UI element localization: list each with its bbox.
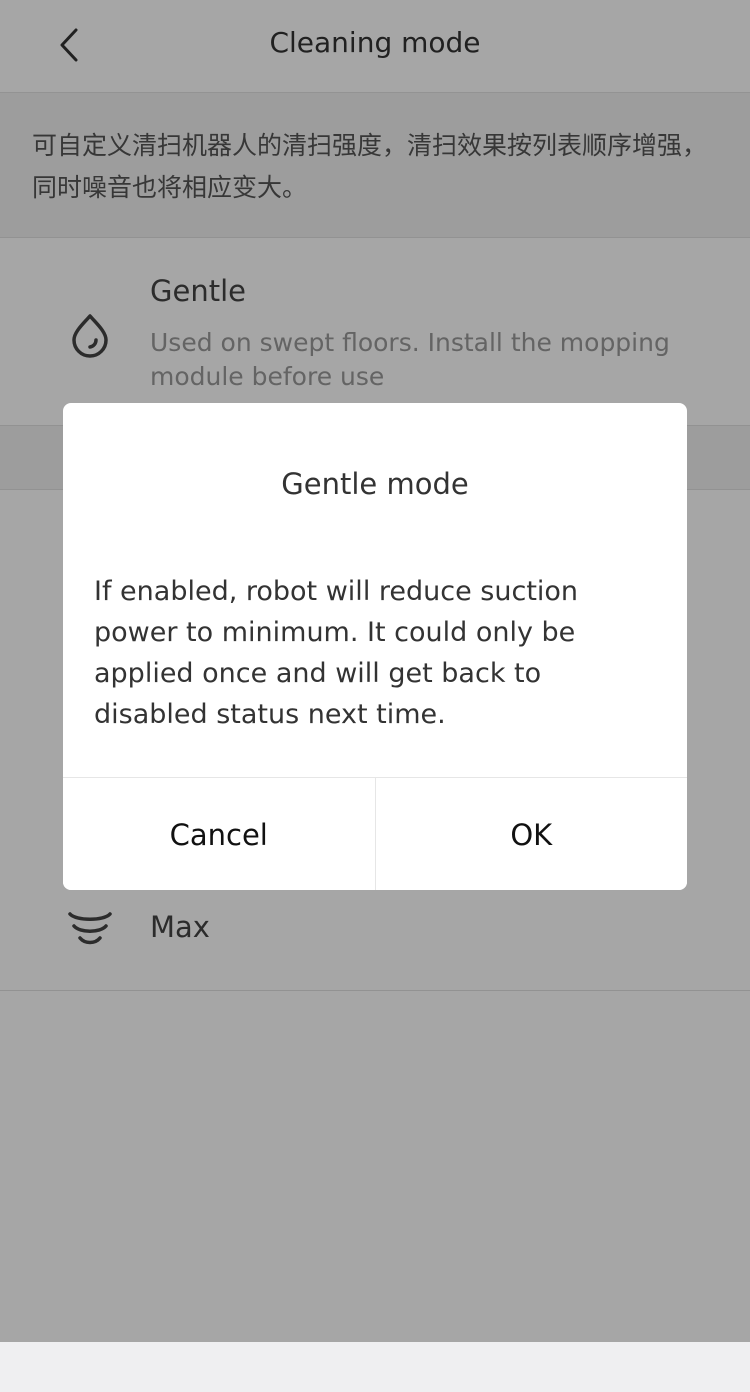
dialog-actions: Cancel OK [63,777,687,890]
gentle-mode-dialog: Gentle mode If enabled, robot will reduc… [63,403,687,890]
cancel-button[interactable]: Cancel [63,778,375,890]
bottom-bar [0,1342,750,1392]
ok-button[interactable]: OK [374,778,687,890]
cleaning-mode-screen: Cleaning mode 可自定义清扫机器人的清扫强度，清扫效果按列表顺序增强… [0,0,750,1392]
dialog-title: Gentle mode [281,467,469,501]
dialog-message: If enabled, robot will reduce suction po… [94,576,579,730]
